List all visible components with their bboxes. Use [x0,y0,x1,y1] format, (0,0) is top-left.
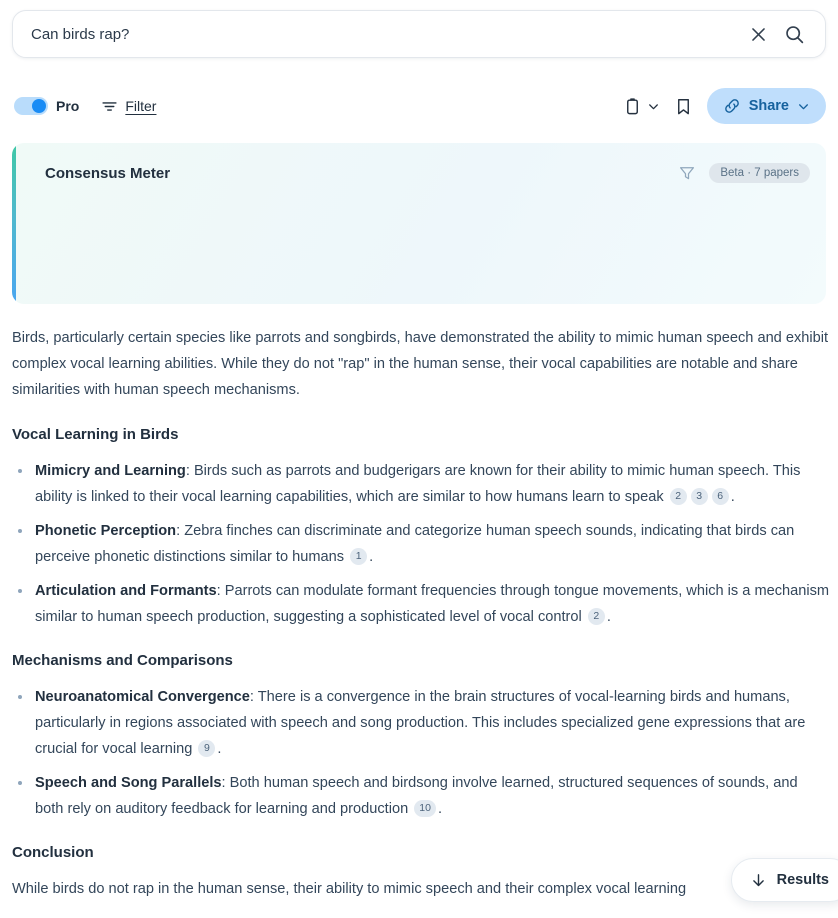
copy-menu-button[interactable] [623,97,660,116]
toolbar-left-group: Pro Filter [14,97,156,115]
clear-search-button[interactable] [749,25,768,44]
citation-badge[interactable]: 2 [587,608,605,625]
toolbar-right-group: Share [623,88,826,124]
search-actions [749,24,825,45]
consensus-card-header: Consensus Meter Beta · 7 papers [45,163,810,183]
citation-badge[interactable]: 3 [690,488,708,505]
results-button[interactable]: Results [730,858,838,902]
bullet-term: Mimicry and Learning [35,463,186,479]
filter-lines-icon [102,101,117,111]
bookmark-icon [677,98,689,114]
consensus-title: Consensus Meter [45,164,171,182]
answer-body: Birds, particularly certain species like… [12,325,830,918]
pro-toggle-label: Pro [56,98,80,114]
filter-button[interactable]: Filter [101,98,156,115]
pro-toggle-switch[interactable] [14,97,48,115]
bullet-term: Phonetic Perception [35,523,177,539]
bookmark-button[interactable] [674,97,693,116]
answer-sections: Vocal Learning in Birds Mimicry and Learn… [12,426,830,902]
clipboard-icon [626,97,638,114]
search-input[interactable] [13,25,749,43]
bullet-item: Articulation and Formants: Parrots can m… [12,578,830,630]
bullet-item: Mimicry and Learning: Birds such as parr… [12,458,830,510]
search-bar[interactable] [12,10,826,58]
consensus-header-actions: Beta · 7 papers [678,163,810,183]
answer-conclusion: While birds do not rap in the human sens… [12,881,687,897]
results-label: Results [776,872,829,888]
section-heading: Mechanisms and Comparisons [12,652,233,669]
link-icon [724,99,739,113]
beta-papers-badge: Beta · 7 papers [709,163,810,183]
toolbar: Pro Filter Share [14,88,826,124]
chevron-down-icon [799,103,808,109]
citation-badge[interactable]: 1 [350,548,368,565]
bullet-term: Articulation and Formants [35,583,217,599]
bullet-list: Mimicry and Learning: Birds such as parr… [12,458,830,630]
citation-badge[interactable]: 2 [669,488,687,505]
search-icon [786,25,804,43]
share-label: Share [748,98,789,114]
consensus-meter-card: Consensus Meter Beta · 7 papers Yes 71% … [12,143,826,304]
bullet-item: Phonetic Perception: Zebra finches can d… [12,518,830,570]
close-icon [752,27,765,41]
bullet-term: Speech and Song Parallels [35,775,222,791]
bullet-item: Neuroanatomical Convergence: There is a … [12,684,830,762]
arrow-down-icon [752,873,764,886]
answer-intro: Birds, particularly certain species like… [12,330,829,398]
chevron-down-icon [648,103,658,109]
section-heading: Vocal Learning in Birds [12,426,179,443]
citation-badge[interactable]: 10 [414,800,436,817]
bullet-term: Neuroanatomical Convergence [35,689,250,705]
bullet-item: Speech and Song Parallels: Both human sp… [12,770,830,822]
filter-label: Filter [125,98,157,114]
funnel-icon[interactable] [678,164,696,182]
pro-toggle[interactable]: Pro [14,97,79,115]
share-button[interactable]: Share [706,88,826,124]
citation-badge[interactable]: 9 [198,740,216,757]
section-heading: Conclusion [12,844,94,861]
submit-search-button[interactable] [784,24,805,45]
citation-badge[interactable]: 6 [711,488,729,505]
bullet-list: Neuroanatomical Convergence: There is a … [12,684,830,822]
card-accent-bar [12,143,16,304]
